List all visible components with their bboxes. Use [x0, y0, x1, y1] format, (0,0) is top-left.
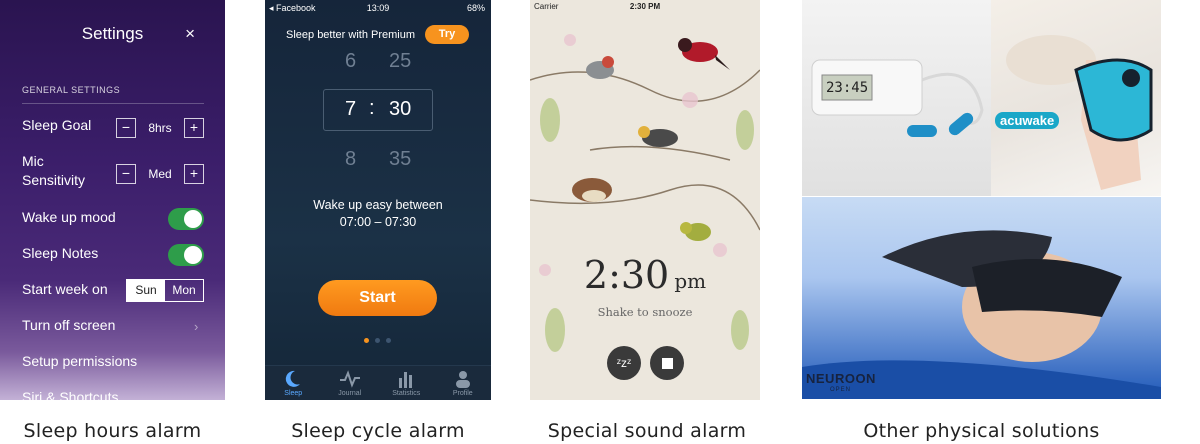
hour-prev[interactable]: 6 — [345, 50, 356, 73]
mic-minus-button[interactable]: − — [116, 164, 136, 184]
toggle-knob — [184, 246, 202, 264]
tab-profile[interactable]: Profile — [435, 366, 492, 400]
caption-sleep-cycle: Sleep cycle alarm — [291, 420, 465, 442]
time-picker-selection[interactable] — [323, 89, 433, 131]
tab-sleep[interactable]: Sleep — [265, 366, 322, 400]
neuroon-photo: NEUROON OPEN — [802, 197, 1161, 399]
sleep-goal-stepper: − 8hrs + — [116, 118, 204, 138]
time-separator: : — [369, 97, 375, 119]
toggle-knob — [184, 210, 202, 228]
sleep-goal-label: Sleep Goal — [22, 117, 92, 133]
bird-grey — [586, 56, 614, 79]
mic-sensitivity-label: Mic Sensitivity — [22, 153, 86, 188]
turn-off-screen-item[interactable]: Turn off screen — [22, 316, 115, 335]
page-dot — [375, 338, 380, 343]
bird-green — [680, 222, 711, 241]
moon-icon — [265, 370, 322, 390]
snooze-button[interactable]: ᶻzᶻ — [607, 346, 641, 380]
status-time: 2:30 PM — [629, 2, 661, 11]
snooze-hint: Shake to snooze — [597, 305, 693, 319]
divider — [22, 103, 204, 104]
ankle-band-illustration — [1006, 35, 1153, 190]
wake-window-line2: 07:00 – 07:30 — [339, 215, 417, 229]
sleep-cycle-screen: ◂ Facebook 13:09 68% Sleep better with P… — [265, 0, 491, 400]
wake-mood-toggle[interactable] — [168, 208, 204, 230]
start-button[interactable]: Start — [318, 280, 437, 316]
hour-next[interactable]: 8 — [345, 148, 356, 171]
stop-icon — [661, 358, 673, 370]
start-week-label: Start week on — [22, 281, 108, 297]
sleep-goal-value: 8hrs — [148, 121, 172, 135]
acuwake-photo: acuwake — [991, 0, 1161, 196]
sleep-mask-illustration — [802, 230, 1161, 399]
hour-selected[interactable]: 7 — [345, 98, 356, 121]
mic-plus-button[interactable]: + — [184, 164, 204, 184]
alarm-device-photo: 23:45 — [802, 0, 991, 196]
bird-illustration — [530, 34, 760, 352]
section-heading: GENERAL SETTINGS — [22, 85, 121, 95]
neuroon-logo: NEUROON — [806, 371, 876, 386]
caption-sound-alarm: Special sound alarm — [547, 420, 747, 442]
bird-warbler — [638, 126, 678, 147]
tab-bar: Sleep Journal Statistics Profile — [265, 365, 491, 400]
status-bar: ◂ Facebook 13:09 68% — [265, 0, 491, 16]
tab-label: Journal — [338, 390, 362, 397]
page-indicator — [364, 338, 391, 343]
mic-sensitivity-stepper: − Med + — [116, 164, 204, 184]
status-bar: Carrier 2:30 PM — [530, 0, 760, 14]
alarm-time-value: 2:30 — [583, 253, 670, 297]
sleep-goal-minus-button[interactable]: − — [116, 118, 136, 138]
week-option-mon[interactable]: Mon — [165, 280, 203, 301]
start-week-segmented: Sun Mon — [126, 279, 204, 302]
bird-red — [678, 38, 730, 70]
tab-journal[interactable]: Journal — [322, 366, 379, 400]
tab-label: Sleep — [284, 390, 303, 397]
minute-selected[interactable]: 30 — [389, 98, 411, 121]
bar-chart-icon — [378, 370, 435, 390]
minute-prev[interactable]: 25 — [389, 50, 411, 73]
tab-statistics[interactable]: Statistics — [378, 366, 435, 400]
page-dot — [386, 338, 391, 343]
sleep-goal-plus-button[interactable]: + — [184, 118, 204, 138]
device-display: 23:45 — [826, 80, 869, 96]
person-icon — [435, 370, 492, 390]
battery-level: 68% — [466, 3, 485, 13]
alarm-time: 2:30 pm — [530, 253, 760, 297]
caption-physical: Other physical solutions — [863, 420, 1100, 442]
tab-label: Statistics — [392, 390, 421, 397]
caption-sleep-hours: Sleep hours alarm — [23, 420, 202, 442]
sound-alarm-screen: Carrier 2:30 PM 2:30 pm Shake to snooze … — [530, 0, 760, 400]
alarm-ampm: pm — [674, 269, 707, 293]
wake-mood-label: Wake up mood — [22, 209, 116, 225]
mic-value: Med — [148, 167, 172, 181]
pulse-icon — [322, 370, 379, 390]
setup-permissions-item[interactable]: Setup permissions — [22, 352, 137, 371]
premium-banner-text: Sleep better with Premium — [286, 29, 415, 41]
sleep-notes-toggle[interactable] — [168, 244, 204, 266]
bird-thrush — [572, 178, 612, 202]
zzz-icon: ᶻzᶻ — [616, 356, 632, 370]
minute-next[interactable]: 35 — [389, 148, 411, 171]
tab-label: Profile — [452, 390, 473, 397]
wake-window: Wake up easy between 07:00 – 07:30 — [265, 197, 491, 231]
acuwake-logo: acuwake — [995, 112, 1060, 129]
siri-shortcuts-item[interactable]: Siri & Shortcuts — [22, 388, 118, 400]
status-time: 13:09 — [366, 3, 390, 13]
try-button[interactable]: Try — [425, 25, 469, 44]
close-icon[interactable]: × — [185, 24, 195, 44]
page-dot — [364, 338, 369, 343]
stop-button[interactable] — [650, 346, 684, 380]
week-option-sun[interactable]: Sun — [127, 280, 165, 301]
settings-screen: Settings × GENERAL SETTINGS Sleep Goal −… — [0, 0, 225, 400]
neuroon-logo-sub: OPEN — [830, 387, 852, 393]
chevron-right-icon: › — [194, 319, 199, 334]
sleep-notes-label: Sleep Notes — [22, 245, 99, 261]
wake-window-line1: Wake up easy between — [313, 198, 443, 212]
device-illustration — [811, 59, 984, 137]
